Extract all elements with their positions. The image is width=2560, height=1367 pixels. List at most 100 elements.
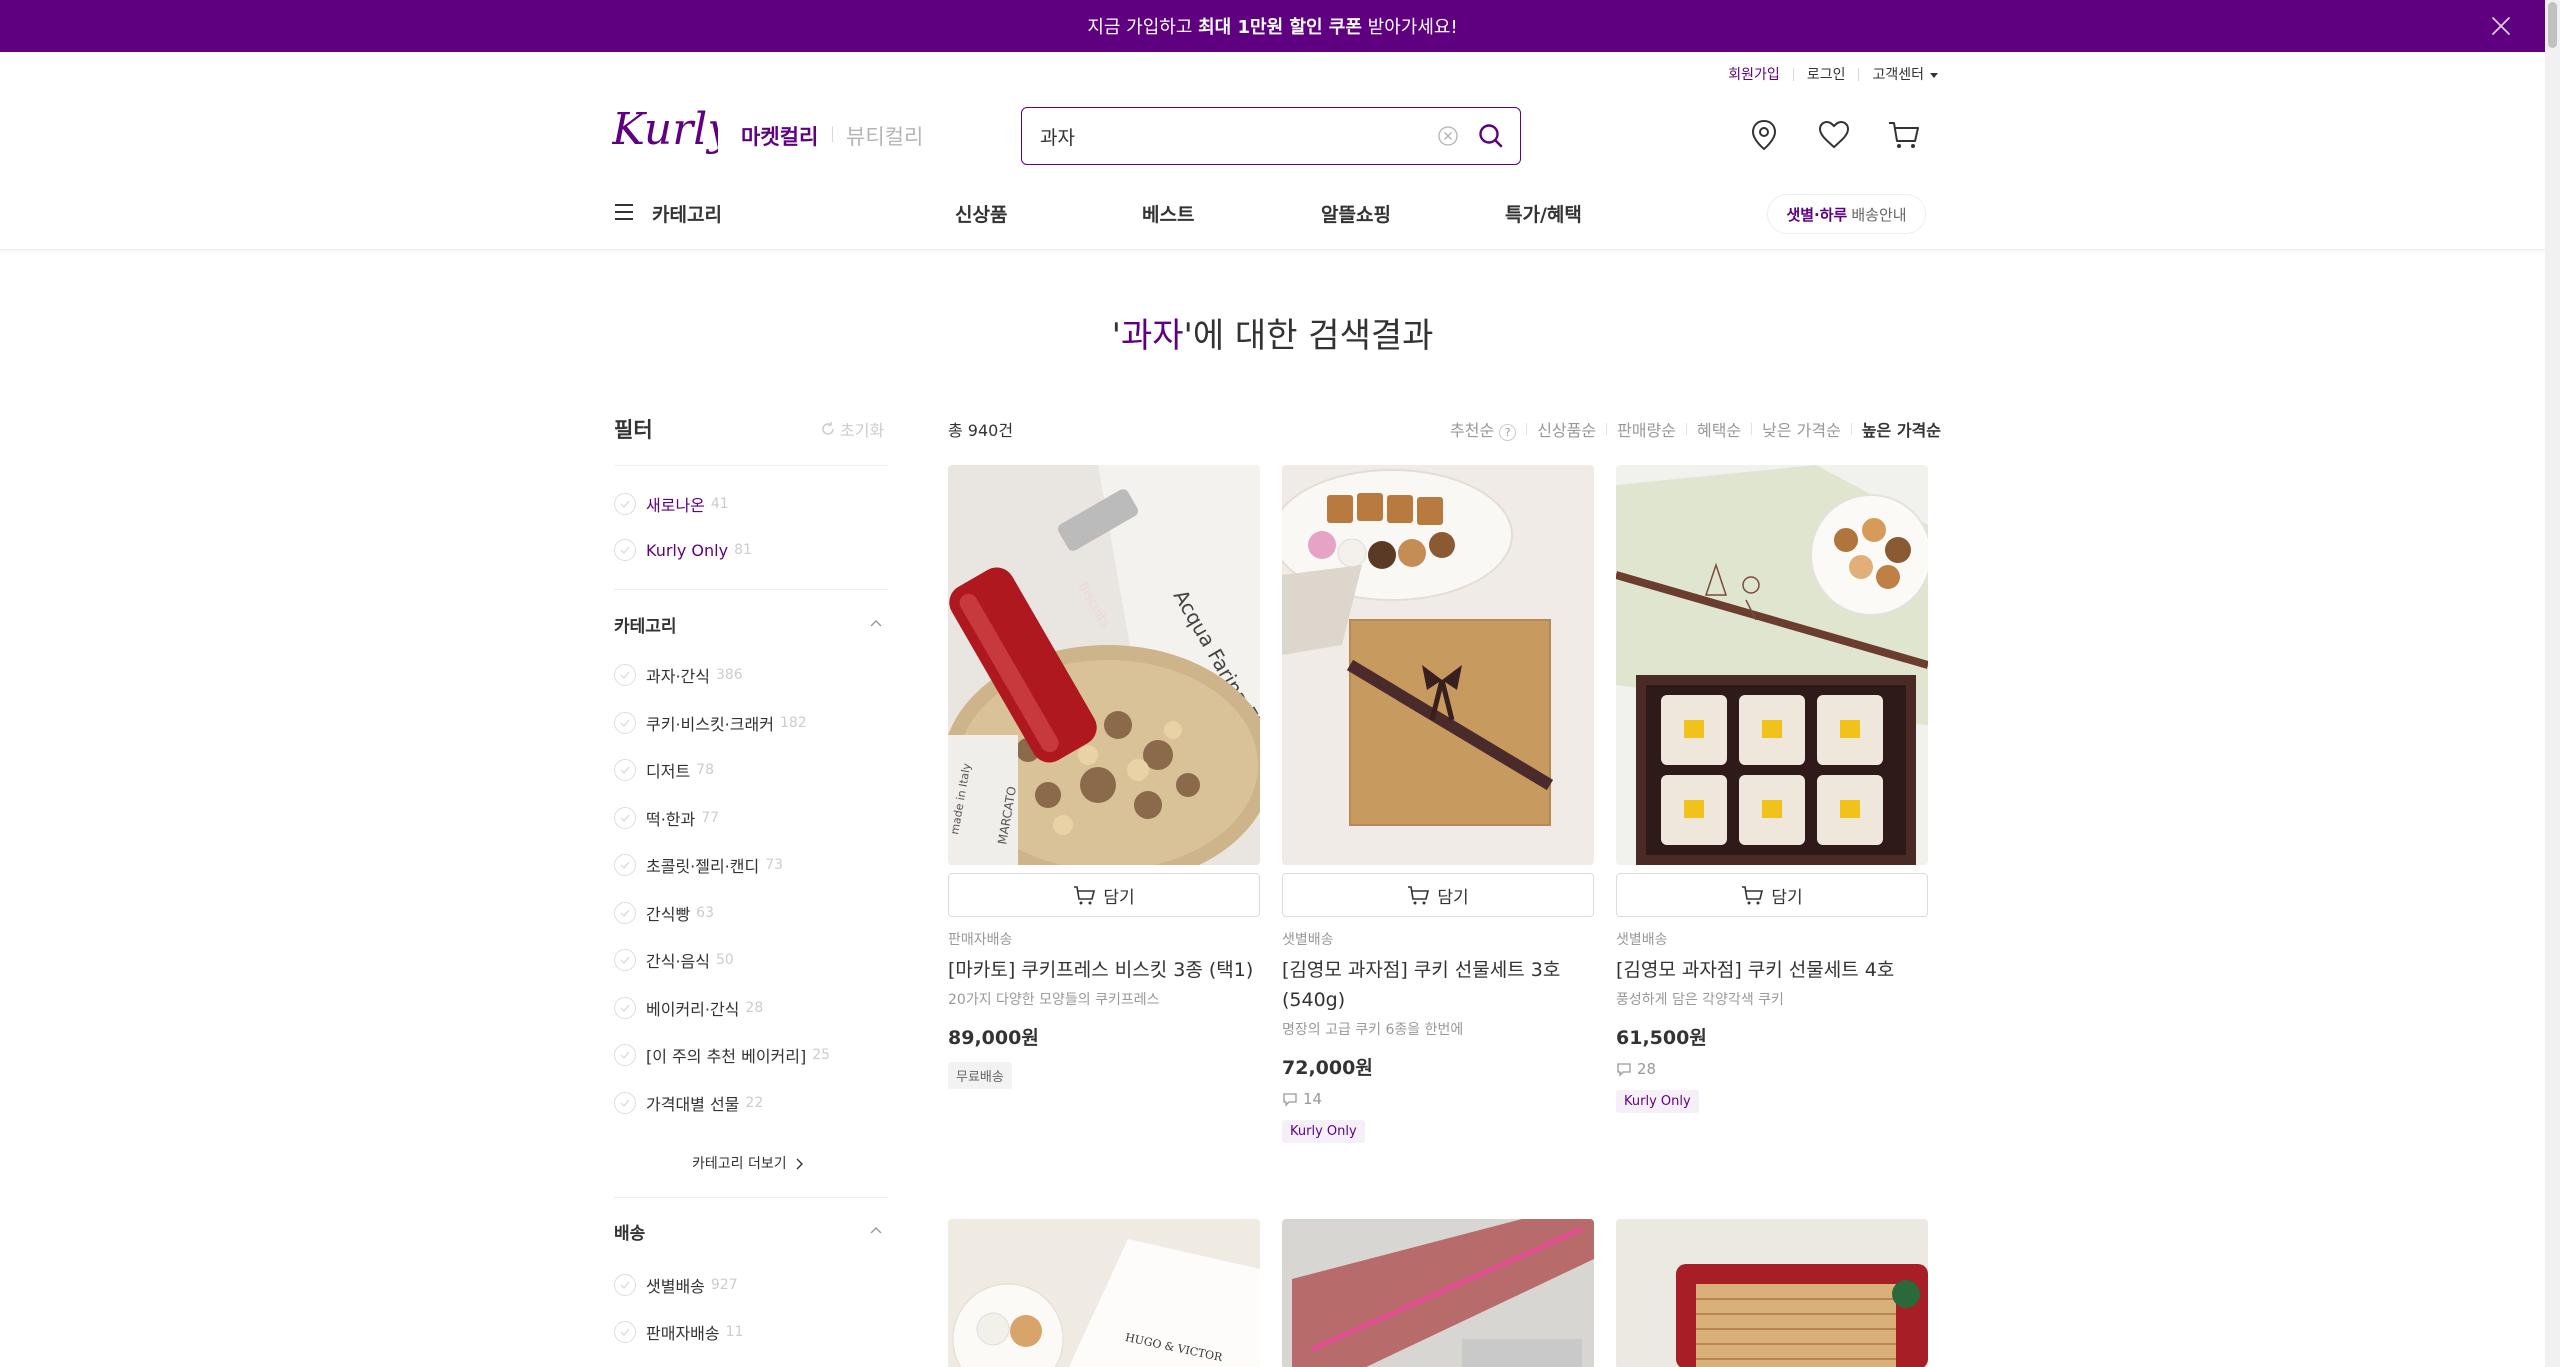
- filter-option-dawn-delivery[interactable]: 샛별배송 927: [614, 1273, 738, 1297]
- sort-price-low[interactable]: 낮은 가격순: [1762, 417, 1841, 441]
- filter-option-category[interactable]: 떡·한과 77: [614, 806, 719, 830]
- filter-option-category[interactable]: 초콜릿·젤리·캔디 73: [614, 853, 783, 877]
- clear-icon[interactable]: [1437, 125, 1459, 147]
- scrollbar[interactable]: [2545, 0, 2560, 1367]
- menu-icon[interactable]: [614, 203, 634, 221]
- add-to-cart-button[interactable]: 담기: [1616, 873, 1928, 917]
- delivery-label: 배송안내: [1851, 205, 1907, 224]
- signup-link[interactable]: 회원가입: [1728, 64, 1780, 84]
- delivery-info-button[interactable]: 샛별·하루 배송안내: [1767, 194, 1926, 234]
- main-nav: 카테고리 신상품 베스트 알뜰쇼핑 특가/혜택 샛별·하루 배송안내: [0, 184, 2545, 250]
- filter-option-category[interactable]: 간식빵 63: [614, 901, 714, 925]
- check-icon: [614, 1274, 636, 1296]
- caret-down-icon: [1930, 72, 1938, 78]
- location-icon[interactable]: [1746, 117, 1782, 153]
- reset-filter-button[interactable]: 초기화: [820, 417, 884, 441]
- search-icon[interactable]: [1476, 121, 1506, 151]
- nav-best[interactable]: 베스트: [1142, 200, 1194, 227]
- product-name[interactable]: [김영모 과자점] 쿠키 선물세트 3호(540g): [1282, 955, 1594, 1015]
- product-image[interactable]: [1616, 465, 1928, 865]
- search-input[interactable]: [1040, 122, 1420, 150]
- check-icon: [614, 901, 636, 924]
- login-link[interactable]: 로그인: [1807, 64, 1846, 84]
- delivery-type: 샛별배송: [1282, 932, 1334, 948]
- customer-center-link[interactable]: 고객센터: [1872, 64, 1938, 84]
- filter-option-category[interactable]: 과자·간식 386: [614, 663, 743, 687]
- cart-icon[interactable]: [1886, 117, 1922, 153]
- divider: [1685, 423, 1687, 435]
- product-card[interactable]: Acqua Farina Flour Biscuits made in Ital…: [948, 465, 1260, 1089]
- filter-title: 필터: [614, 418, 653, 442]
- nav-category[interactable]: 카테고리: [652, 200, 722, 227]
- kurly-only-badge: Kurly Only: [1616, 1090, 1699, 1113]
- product-image[interactable]: HUGO & VICTOR: [948, 1219, 1260, 1367]
- page-title: '과자'에 대한 검색결과: [1111, 316, 1434, 356]
- filter-option-category[interactable]: 쿠키·비스킷·크래커 182: [614, 711, 807, 735]
- heart-icon[interactable]: [1816, 117, 1852, 153]
- product-card[interactable]: 담기 샛별배송 [김영모 과자점] 쿠키 선물세트 3호(540g) 명장의 고…: [1282, 465, 1594, 1143]
- filter-option-category[interactable]: 간식·음식 50: [614, 948, 734, 972]
- filter-option-category[interactable]: 디저트 78: [614, 758, 714, 782]
- add-to-cart-button[interactable]: 담기: [1282, 873, 1594, 917]
- chevron-up-icon[interactable]: [870, 1226, 882, 1234]
- divider: [1858, 67, 1860, 81]
- check-icon: [614, 996, 636, 1019]
- filter-section-delivery[interactable]: 배송: [614, 1219, 645, 1244]
- tab-beauty-kurly[interactable]: 뷰티컬리: [846, 121, 923, 151]
- check-icon: [614, 1321, 636, 1343]
- check-icon: [614, 949, 636, 971]
- close-icon[interactable]: [2489, 14, 2513, 38]
- product-image[interactable]: Acqua Farina Flour Biscuits made in Ital…: [948, 465, 1260, 865]
- nav-new[interactable]: 신상품: [955, 200, 1007, 227]
- category-more-button[interactable]: 카테고리 더보기: [692, 1153, 804, 1173]
- product-image[interactable]: [1616, 1219, 1928, 1367]
- product-image[interactable]: [1282, 1219, 1594, 1367]
- tab-market-kurly[interactable]: 마켓컬리: [741, 121, 818, 151]
- scrollbar-thumb[interactable]: [2548, 2, 2557, 48]
- filter-option-category[interactable]: 가격대별 선물 22: [614, 1091, 763, 1115]
- delivery-type: 판매자배송: [948, 932, 1013, 948]
- review-count: 28: [1616, 1060, 1928, 1078]
- filter-option-category[interactable]: [이 주의 추천 베이커리] 25: [614, 1043, 830, 1067]
- kurly-logo[interactable]: Kurly: [612, 104, 718, 162]
- product-description: 20가지 다양한 모양들의 쿠키프레스: [948, 992, 1160, 1008]
- result-count: 총 940건: [948, 421, 1014, 440]
- signup-promo-banner[interactable]: 지금 가입하고 최대 1만원 할인 쿠폰 받아가세요!: [0, 0, 2545, 52]
- divider: [1792, 67, 1794, 81]
- divider: [1526, 423, 1528, 435]
- filter-option-kurly-only[interactable]: Kurly Only 81: [614, 539, 752, 561]
- chevron-right-icon: [796, 1158, 804, 1170]
- kurly-only-badge: Kurly Only: [1282, 1120, 1365, 1143]
- product-image[interactable]: [1282, 465, 1594, 865]
- product-name[interactable]: [김영모 과자점] 쿠키 선물세트 4호: [1616, 955, 1928, 985]
- review-count: 14: [1282, 1090, 1594, 1108]
- product-name[interactable]: [마카토] 쿠키프레스 비스킷 3종 (택1): [948, 955, 1260, 985]
- sort-benefit[interactable]: 혜택순: [1697, 417, 1741, 441]
- svg-text:Kurly: Kurly: [612, 104, 718, 155]
- divider: [614, 589, 888, 590]
- cart-icon: [1074, 886, 1096, 905]
- sort-recommended[interactable]: 추천순?: [1450, 417, 1517, 441]
- divider: [614, 465, 888, 466]
- nav-deals[interactable]: 특가/혜택: [1505, 200, 1582, 227]
- product-card[interactable]: 담기 샛별배송 [김영모 과자점] 쿠키 선물세트 4호 풍성하게 담은 각양각…: [1616, 465, 1928, 1113]
- add-to-cart-button[interactable]: 담기: [948, 873, 1260, 917]
- filter-section-category[interactable]: 카테고리: [614, 612, 677, 637]
- product-price: 61,500원: [1616, 1027, 1707, 1049]
- filter-option-new[interactable]: 새로나온 41: [614, 492, 729, 516]
- check-icon: [614, 539, 636, 561]
- refresh-icon: [822, 422, 834, 435]
- sort-sales[interactable]: 판매량순: [1617, 417, 1676, 441]
- check-icon: [614, 664, 636, 686]
- nav-frugal[interactable]: 알뜰쇼핑: [1321, 200, 1391, 227]
- user-menu: 회원가입 로그인 고객센터: [1728, 64, 1938, 84]
- sort-price-high[interactable]: 높은 가격순: [1862, 417, 1941, 441]
- check-icon: [614, 1091, 636, 1114]
- chevron-up-icon[interactable]: [870, 619, 882, 627]
- comment-icon: [1617, 1062, 1631, 1077]
- check-icon: [614, 854, 636, 876]
- help-icon[interactable]: ?: [1499, 424, 1517, 441]
- filter-option-category[interactable]: 베이커리·간식 28: [614, 996, 763, 1020]
- sort-newest[interactable]: 신상품순: [1537, 417, 1596, 441]
- filter-option-seller-delivery[interactable]: 판매자배송 11: [614, 1320, 743, 1344]
